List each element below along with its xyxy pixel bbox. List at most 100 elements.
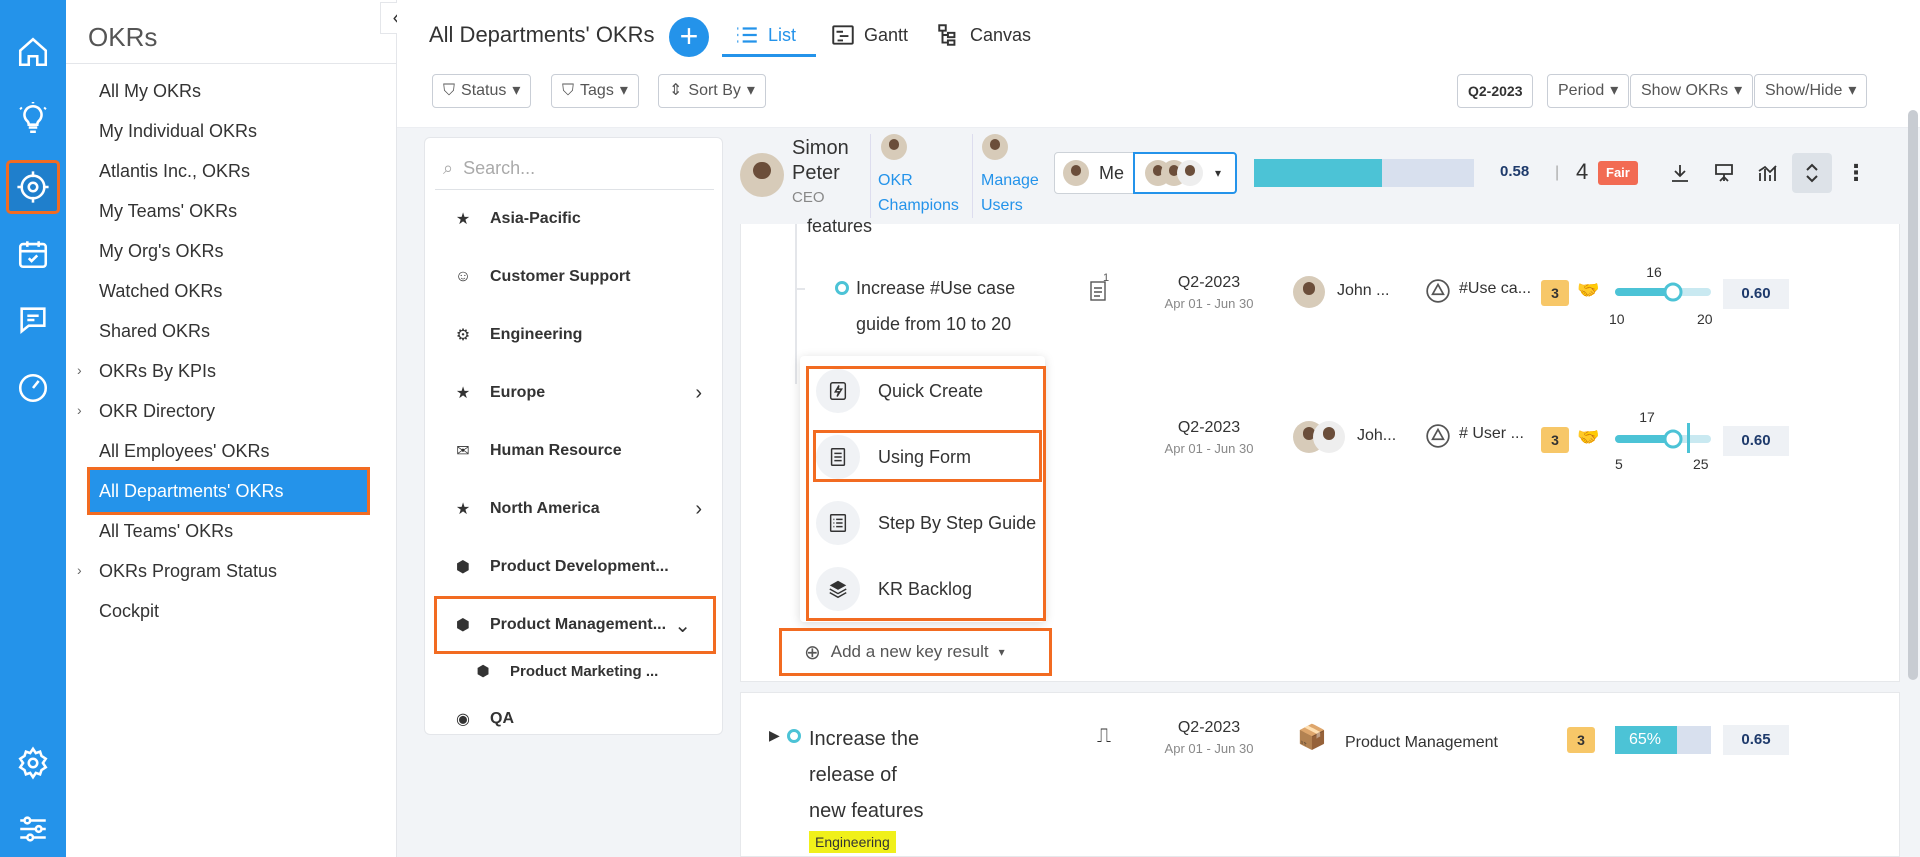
department-item[interactable]: ☺ Customer Support [425, 251, 722, 303]
sidebar-item[interactable]: Shared OKRs [99, 314, 210, 348]
download-icon [1672, 165, 1688, 182]
objective-title-line-1: Increase the [809, 728, 920, 750]
objective-title[interactable]: Increase the release of new features [809, 721, 924, 829]
sidebar-item[interactable]: OKRs Program Status [99, 554, 277, 588]
kr-owner[interactable]: John ... [1337, 282, 1389, 300]
expand-caret-icon[interactable]: ▶ [769, 727, 780, 744]
document-icon[interactable]: 1 [1089, 272, 1109, 307]
champions-label-2: Champions [878, 197, 959, 214]
add-kr-menu-item[interactable]: Quick Create [816, 362, 1041, 420]
sidebar-item[interactable]: My Individual OKRs [99, 114, 257, 148]
home-icon[interactable] [9, 28, 57, 76]
sidebar-item[interactable]: My Teams' OKRs [99, 194, 237, 228]
department-item[interactable]: ★ Asia-Pacific [425, 193, 722, 245]
department-item[interactable]: ✉ Human Resource [425, 425, 722, 477]
slider-handle[interactable] [1663, 282, 1683, 302]
expand-collapse-button[interactable] [1792, 153, 1832, 193]
department-item[interactable]: ⬢ Product Development... [425, 541, 722, 593]
sidebar-item[interactable]: My Org's OKRs [99, 234, 223, 268]
chevron-right-icon[interactable]: › [77, 402, 82, 418]
team-selector-dropdown[interactable]: ▾ [1133, 152, 1237, 194]
search-icon: ⌕ [443, 158, 454, 178]
tab-list[interactable]: List [734, 22, 796, 48]
user-name[interactable]: Simon Peter [792, 136, 849, 186]
department-search[interactable]: ⌕ Search... [435, 148, 714, 190]
chevron-down-icon[interactable]: ⌄ [674, 613, 691, 638]
avatar [1063, 160, 1089, 186]
sidebar-item[interactable]: All Teams' OKRs [99, 514, 233, 548]
tab-gantt[interactable]: Gantt [830, 22, 908, 48]
chevron-right-icon[interactable]: › [77, 362, 82, 378]
okr-target-icon[interactable] [6, 160, 60, 214]
expand-vertical-icon [1806, 163, 1818, 183]
objective-period: Q2-2023 Apr 01 - Jun 30 [1144, 719, 1274, 756]
sidebar-item[interactable]: OKR Directory [99, 394, 215, 428]
sliders-icon[interactable] [9, 805, 57, 853]
quarter-selector[interactable]: Q2-2023 [1457, 74, 1534, 108]
status-filter[interactable]: ⛉ Status ▾ [432, 74, 532, 108]
download-button[interactable] [1660, 153, 1700, 193]
plus-circle-icon: ⊕ [804, 641, 821, 664]
me-filter-button[interactable]: Me [1054, 152, 1135, 194]
okr-champions-link[interactable]: OKR Champions [878, 168, 959, 218]
avatar [881, 134, 907, 160]
sidebar-item[interactable]: OKRs By KPIs [99, 354, 216, 388]
objective-owner[interactable]: Product Management [1345, 734, 1498, 752]
sidebar-item[interactable]: All Employees' OKRs [99, 434, 270, 468]
department-item[interactable]: ★ Europe › [425, 367, 722, 419]
tab-canvas[interactable]: Canvas [936, 22, 1031, 48]
sort-icon: ⇕ [669, 82, 683, 99]
avatar[interactable] [1293, 276, 1325, 308]
caret-down-icon: ▾ [619, 82, 628, 99]
dashboard-gauge-icon[interactable] [9, 364, 57, 412]
period-dropdown[interactable]: Period ▾ [1547, 74, 1630, 108]
kr-owner[interactable]: Joh... [1357, 427, 1396, 445]
settings-gear-icon[interactable] [9, 739, 57, 787]
more-options-button[interactable]: ⋮ [1836, 153, 1876, 193]
avatar[interactable] [740, 153, 784, 197]
department-item[interactable]: ⚙ Engineering [425, 309, 722, 361]
kpi-pulse-icon[interactable]: ⎍ [1097, 725, 1111, 748]
add-kr-menu-item[interactable]: Step By Step Guide [816, 494, 1041, 552]
add-objective-button[interactable]: + [669, 17, 709, 57]
chevron-right-icon[interactable]: › [695, 382, 702, 405]
chevron-right-icon[interactable]: › [77, 562, 82, 578]
handshake-icon: 🤝 [1577, 427, 1600, 447]
slider-handle[interactable] [1663, 429, 1683, 449]
analytics-button[interactable] [1748, 153, 1788, 193]
sort-by-dropdown[interactable]: ⇕ Sort By ▾ [658, 74, 766, 108]
department-item[interactable]: ⬢ Product Marketing ... [425, 645, 722, 697]
tags-filter[interactable]: ⛉ Tags ▾ [551, 74, 639, 108]
calendar-check-icon[interactable] [9, 230, 57, 278]
chat-icon[interactable] [9, 296, 57, 344]
sidebar-item[interactable]: All Departments' OKRs [87, 467, 370, 515]
sidebar-item[interactable]: Atlantis Inc., OKRs [99, 154, 250, 188]
page-scrollbar[interactable] [1908, 110, 1918, 680]
add-key-result-button[interactable]: ⊕ Add a new key result ▾ [779, 628, 1052, 676]
department-item[interactable]: ★ North America › [425, 483, 722, 535]
presentation-button[interactable] [1704, 153, 1744, 193]
progress-fill [1254, 159, 1382, 187]
show-hide-dropdown[interactable]: Show/Hide ▾ [1754, 74, 1868, 108]
department-label: Asia-Pacific [490, 210, 581, 227]
objective-tag[interactable]: Engineering [809, 831, 896, 853]
sidebar-item[interactable]: All My OKRs [99, 74, 201, 108]
objective-status-dot [787, 729, 801, 743]
kr-tag[interactable]: # User ... [1459, 425, 1524, 443]
kr-tag[interactable]: #Use ca... [1459, 280, 1531, 298]
department-item[interactable]: ◉ QA [425, 693, 722, 734]
search-input[interactable]: Search... [463, 158, 535, 179]
show-okrs-dropdown[interactable]: Show OKRs ▾ [1630, 74, 1754, 108]
manage-users-link[interactable]: Manage Users [981, 168, 1039, 218]
list-icon [737, 27, 757, 43]
kr-title[interactable]: Increase #Use case guide from 10 to 20 [856, 270, 1015, 342]
box-icon: ⬢ [456, 559, 470, 576]
lightbulb-icon[interactable] [9, 95, 57, 143]
sidebar-item[interactable]: Watched OKRs [99, 274, 222, 308]
envelope-icon: ✉ [456, 443, 470, 460]
avatar[interactable] [1313, 421, 1345, 453]
department-item[interactable]: ⬢ Product Management... ⌄ [434, 596, 716, 654]
sidebar-item[interactable]: Cockpit [99, 594, 159, 628]
chevron-right-icon[interactable]: › [695, 498, 702, 521]
add-kr-menu-item[interactable]: KR Backlog [816, 560, 1041, 618]
